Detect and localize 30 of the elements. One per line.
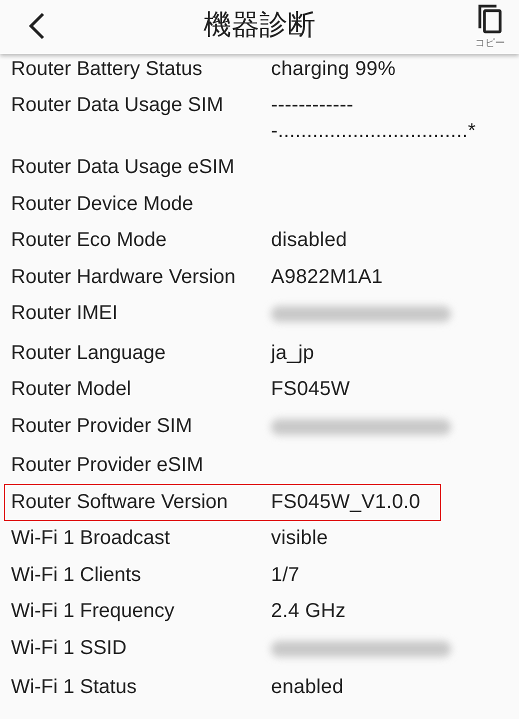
row-value: visible — [271, 526, 329, 551]
row-value: 2.4 GHz — [271, 599, 347, 624]
row-value: A9822M1A1 — [271, 264, 384, 290]
row-value: FS045W_V1.0.0 — [271, 490, 422, 514]
screen-title: 機器診断 — [204, 7, 316, 43]
row-value: FS045W — [271, 377, 352, 402]
row-label: Router Model — [11, 377, 132, 402]
row-label: Wi-Fi 1 Broadcast — [11, 526, 171, 551]
row-label: Wi-Fi 1 Status — [11, 675, 138, 700]
row-label: Router Hardware Version — [11, 264, 237, 290]
row-label: Router Data Usage eSIM — [11, 155, 236, 180]
row-value: ja_jp — [271, 340, 316, 366]
row-label: Router Language — [11, 340, 167, 366]
row-label: Wi-Fi 1 Frequency — [11, 599, 176, 624]
row-value: 1/7 — [271, 562, 300, 588]
row-label: Router Provider eSIM — [11, 453, 204, 478]
row-value: disabled — [271, 228, 348, 253]
row-label: Router Battery Status — [11, 56, 204, 82]
row-value: enabled — [271, 675, 345, 700]
row-label: Router IMEI — [11, 301, 119, 326]
row-label: Router Device Mode — [11, 192, 194, 216]
row-value: -------------.................................* — [271, 93, 477, 144]
row-label: Router Software Version — [11, 490, 229, 514]
row-label: Router Eco Mode — [11, 228, 168, 253]
row-value: charging 99% — [271, 56, 397, 82]
row-label: Router Data Usage SIM — [11, 93, 224, 118]
row-label: Wi-Fi 1 SSID — [11, 636, 128, 660]
row-label: Router Provider SIM — [11, 414, 194, 438]
copy-button[interactable]: コピー — [475, 4, 505, 50]
row-label: Wi-Fi 1 Clients — [11, 562, 142, 588]
